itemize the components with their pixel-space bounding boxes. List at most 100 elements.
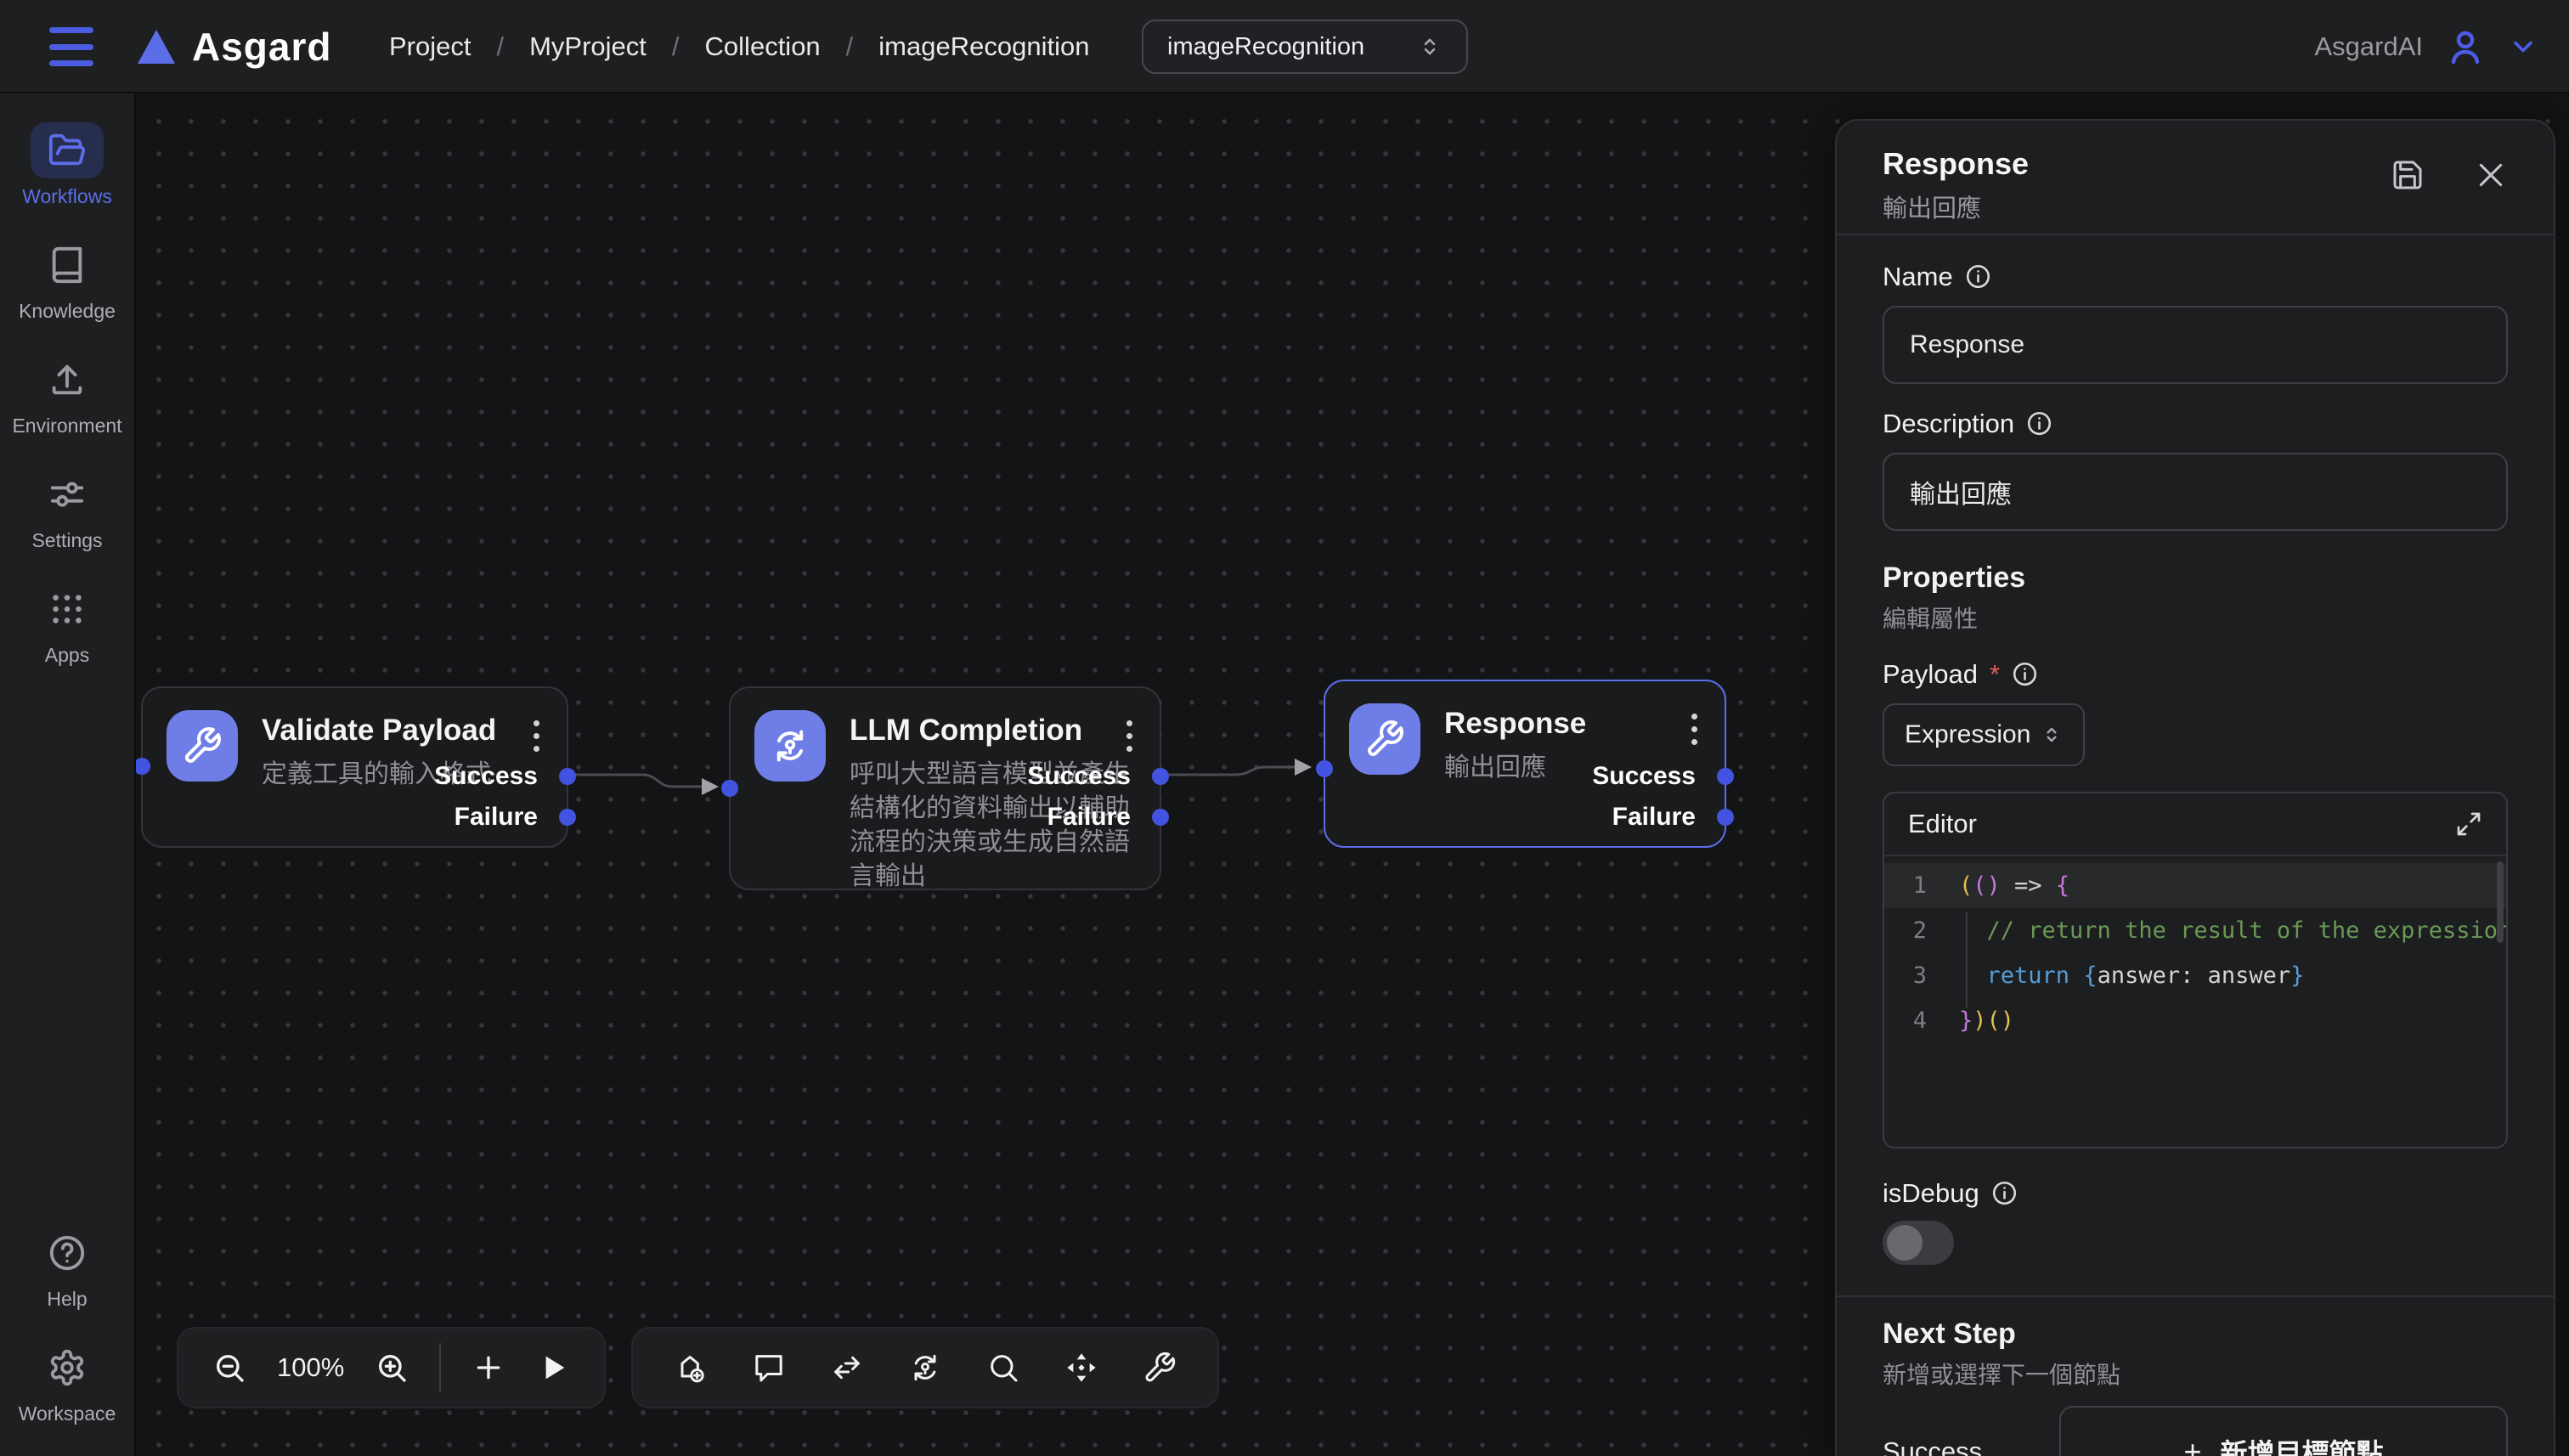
next-step-subheading: 新增或選擇下一個節點 bbox=[1883, 1357, 2508, 1384]
next-step-success-row: Success + 新增目標節點 bbox=[1883, 1406, 2508, 1456]
node-llm-completion[interactable]: LLM Completion 呼叫大型語言模型並產生結構化的資料輸出以輔助流程的… bbox=[729, 686, 1161, 890]
node-validate-payload[interactable]: Validate Payload 定義工具的輸入格式 Success Failu… bbox=[141, 686, 568, 848]
sidebar-item-environment[interactable]: Environment bbox=[0, 352, 134, 437]
port-label-success: Success bbox=[434, 762, 538, 791]
output-port-success[interactable] bbox=[559, 768, 576, 785]
next-step-port-label: Success bbox=[1883, 1436, 1982, 1456]
payload-type-select[interactable]: Expression bbox=[1883, 703, 2085, 766]
comment-button[interactable] bbox=[752, 1351, 786, 1385]
inspector-subtitle: 輸出回應 bbox=[1883, 189, 2508, 224]
breadcrumb-separator: / bbox=[496, 31, 504, 62]
llm-tool-button[interactable] bbox=[908, 1351, 942, 1385]
sidebar-item-knowledge[interactable]: Knowledge bbox=[0, 237, 134, 323]
wrench-icon bbox=[1349, 703, 1420, 775]
required-asterisk: * bbox=[1990, 659, 2000, 690]
output-port-failure[interactable] bbox=[1152, 809, 1169, 826]
sidebar-item-workflows[interactable]: Workflows bbox=[0, 122, 134, 208]
sidebar-item-workspace[interactable]: Workspace bbox=[0, 1340, 134, 1425]
toolbar-divider bbox=[439, 1343, 441, 1392]
sidebar-item-label: Workspace bbox=[19, 1402, 116, 1425]
tools-button[interactable] bbox=[1143, 1351, 1177, 1385]
description-input[interactable] bbox=[1883, 453, 2508, 531]
input-port[interactable] bbox=[721, 780, 738, 797]
swap-arrows-button[interactable] bbox=[830, 1351, 864, 1385]
code-line[interactable]: 4 })() bbox=[1884, 998, 2506, 1043]
add-node-button[interactable] bbox=[674, 1351, 708, 1385]
inspector-header: Response 輸出回應 bbox=[1837, 121, 2554, 234]
navbar: Asgard Project / MyProject / Collection … bbox=[0, 0, 2569, 93]
user-avatar-icon[interactable] bbox=[2445, 26, 2486, 67]
diamond-arrows-icon bbox=[1064, 1351, 1098, 1385]
add-button[interactable] bbox=[471, 1351, 505, 1385]
chevron-down-icon[interactable] bbox=[2508, 31, 2538, 62]
sidebar-item-settings[interactable]: Settings bbox=[0, 466, 134, 552]
swap-arrows-icon bbox=[830, 1351, 864, 1385]
name-label-row: Name bbox=[1883, 261, 2508, 292]
tools-toolbar bbox=[631, 1327, 1219, 1408]
fit-view-button[interactable] bbox=[1064, 1351, 1098, 1385]
save-icon[interactable] bbox=[2391, 158, 2425, 192]
description-label: Description bbox=[1883, 409, 2014, 439]
zoom-out-button[interactable] bbox=[212, 1351, 246, 1385]
node-title: Response bbox=[1444, 707, 1586, 741]
code-line[interactable]: 1 (() => { bbox=[1884, 863, 2506, 908]
user-menu[interactable]: AsgardAI bbox=[2314, 0, 2538, 93]
code-line[interactable]: 2 // return the result of the expression bbox=[1884, 908, 2506, 953]
breadcrumb-separator: / bbox=[672, 31, 680, 62]
breadcrumb-imagerecognition[interactable]: imageRecognition bbox=[878, 31, 1089, 62]
info-icon[interactable] bbox=[2012, 661, 2038, 687]
sliders-icon bbox=[48, 475, 87, 514]
sidebar-item-label: Knowledge bbox=[19, 300, 116, 323]
breadcrumb-myproject[interactable]: MyProject bbox=[529, 31, 646, 62]
info-icon[interactable] bbox=[1965, 263, 1991, 290]
info-icon[interactable] bbox=[1991, 1180, 2018, 1206]
port-label-failure: Failure bbox=[1612, 803, 1696, 832]
add-target-node-button[interactable]: + 新增目標節點 bbox=[2059, 1406, 2508, 1456]
gear-icon bbox=[48, 1348, 87, 1387]
code-line[interactable]: 3 return {answer: answer} bbox=[1884, 953, 2506, 998]
breadcrumb-collection[interactable]: Collection bbox=[705, 31, 821, 62]
expand-icon[interactable] bbox=[2455, 810, 2482, 838]
comment-icon bbox=[752, 1351, 786, 1385]
output-port-success[interactable] bbox=[1717, 768, 1734, 785]
node-title: Validate Payload bbox=[262, 714, 496, 748]
port-label-failure: Failure bbox=[455, 803, 538, 832]
menu-hamburger-icon[interactable] bbox=[49, 27, 93, 66]
upload-icon bbox=[48, 360, 87, 399]
input-port[interactable] bbox=[133, 758, 150, 775]
output-port-success[interactable] bbox=[1152, 768, 1169, 785]
run-play-button[interactable] bbox=[536, 1351, 570, 1385]
port-label-failure: Failure bbox=[1047, 803, 1131, 832]
node-menu-button[interactable] bbox=[1123, 717, 1136, 755]
logo-text: Asgard bbox=[192, 24, 331, 70]
input-port[interactable] bbox=[1316, 760, 1333, 777]
help-circle-icon bbox=[48, 1233, 87, 1273]
sidebar-item-label: Environment bbox=[12, 415, 121, 437]
editor-label: Editor bbox=[1908, 809, 1977, 839]
node-menu-button[interactable] bbox=[530, 717, 543, 755]
sidebar-item-apps[interactable]: Apps bbox=[0, 581, 134, 667]
expression-editor[interactable]: Editor 1 (() => { 2 // return the result… bbox=[1883, 792, 2508, 1148]
isdebug-toggle[interactable] bbox=[1883, 1221, 1954, 1265]
workflow-select-dropdown[interactable]: imageRecognition bbox=[1142, 20, 1468, 74]
description-label-row: Description bbox=[1883, 408, 2508, 439]
chevrons-up-down-icon bbox=[2041, 724, 2063, 746]
close-icon[interactable] bbox=[2474, 158, 2508, 192]
node-response[interactable]: Response 輸出回應 Success Failure bbox=[1324, 680, 1726, 848]
zoom-in-button[interactable] bbox=[375, 1351, 409, 1385]
properties-heading: Properties bbox=[1883, 562, 2508, 594]
output-port-failure[interactable] bbox=[1717, 809, 1734, 826]
breadcrumb-project[interactable]: Project bbox=[389, 31, 471, 62]
editor-scrollbar[interactable] bbox=[2497, 861, 2504, 943]
wrench-icon bbox=[167, 710, 238, 782]
output-port-failure[interactable] bbox=[559, 809, 576, 826]
wrench-icon bbox=[1143, 1351, 1177, 1385]
sidebar-item-help[interactable]: Help bbox=[0, 1225, 134, 1311]
info-icon[interactable] bbox=[2026, 410, 2052, 437]
name-input[interactable] bbox=[1883, 306, 2508, 384]
node-menu-button[interactable] bbox=[1688, 710, 1701, 748]
code-area[interactable]: 1 (() => { 2 // return the result of the… bbox=[1884, 856, 2506, 1043]
isdebug-label: isDebug bbox=[1883, 1178, 1979, 1209]
search-button[interactable] bbox=[986, 1351, 1020, 1385]
name-label: Name bbox=[1883, 262, 1953, 292]
